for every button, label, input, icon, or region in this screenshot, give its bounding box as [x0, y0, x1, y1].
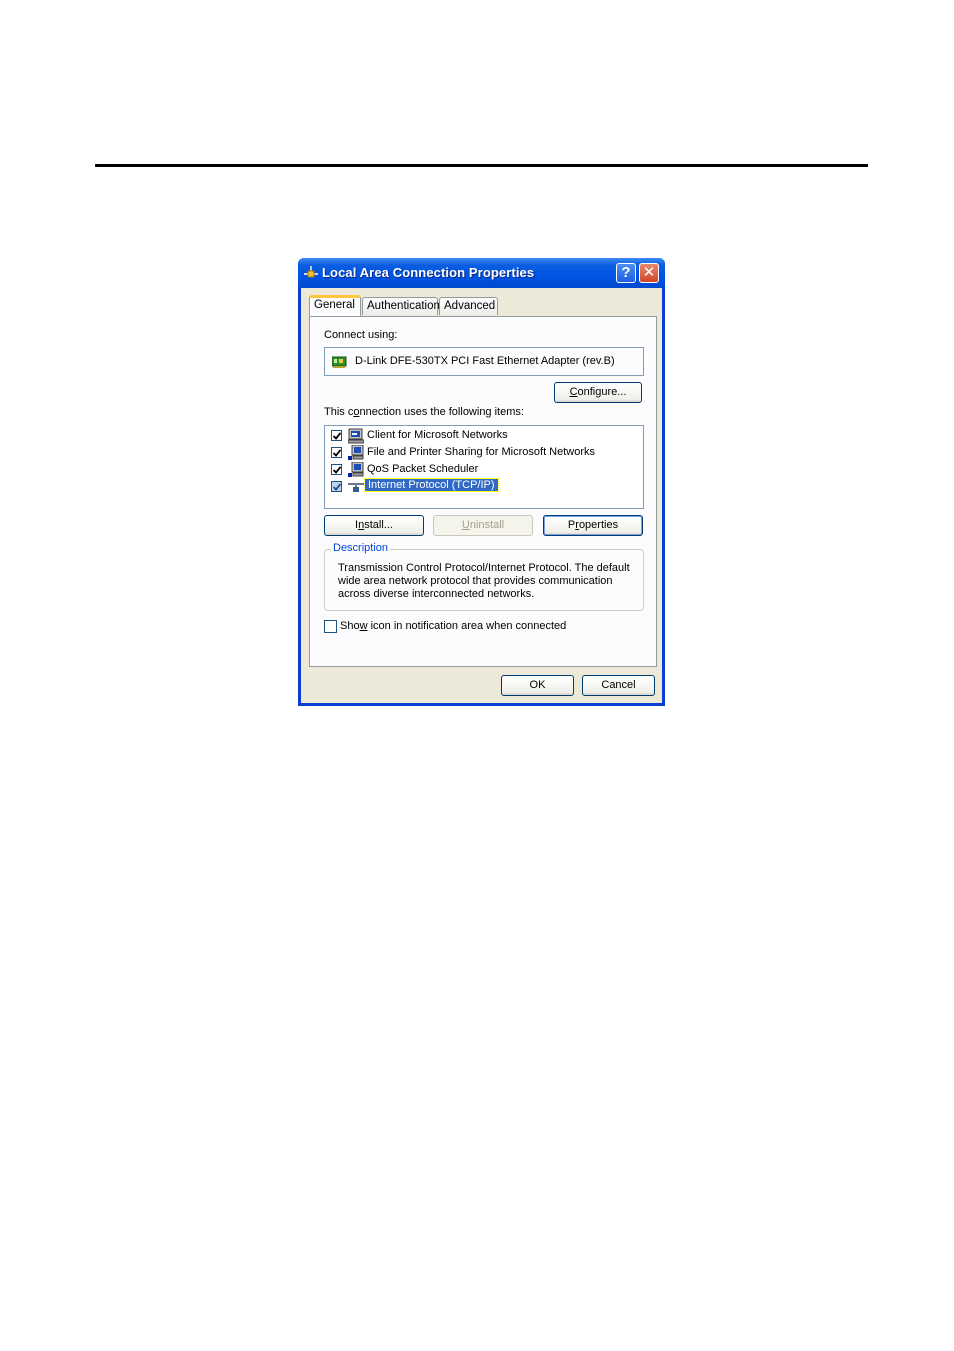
install-button[interactable]: Install...	[324, 515, 424, 536]
title-bar[interactable]: Local Area Connection Properties ? ✕	[298, 258, 665, 288]
description-title: Description	[331, 542, 391, 554]
properties-label-post: operties	[578, 519, 619, 531]
list-item[interactable]: File and Printer Sharing for Microsoft N…	[331, 445, 631, 461]
list-item[interactable]: Client for Microsoft Networks	[331, 428, 631, 444]
list-item-selected[interactable]: Internet Protocol (TCP/IP)	[331, 478, 631, 495]
close-icon: ✕	[642, 264, 656, 281]
connect-using-label: Connect using:	[324, 329, 398, 341]
network-connection-icon	[304, 266, 318, 278]
adapter-field: D-Link DFE-530TX PCI Fast Ethernet Adapt…	[324, 347, 644, 376]
page-horizontal-rule	[95, 164, 868, 167]
item-label: QoS Packet Scheduler	[367, 463, 479, 475]
uninstall-button[interactable]: Uninstall	[433, 515, 533, 536]
configure-button[interactable]: Configure...	[554, 382, 642, 403]
configure-label-post: onfigure...	[577, 386, 627, 398]
cancel-button[interactable]: Cancel	[582, 675, 655, 696]
help-icon: ?	[621, 264, 631, 281]
description-group: Description Transmission Control Protoco…	[324, 542, 644, 611]
checkmark-icon	[333, 483, 341, 491]
install-label-post: stall...	[364, 519, 393, 531]
list-item[interactable]: QoS Packet Scheduler	[331, 462, 631, 478]
show-icon-mnemonic: w	[359, 620, 368, 632]
item-label: Internet Protocol (TCP/IP)	[364, 478, 499, 492]
tab-authentication[interactable]: Authentication	[362, 297, 440, 315]
help-button[interactable]: ?	[616, 263, 636, 283]
checkmark-icon	[333, 432, 341, 440]
uninstall-mnemonic: U	[461, 519, 470, 531]
tab-advanced[interactable]: Advanced	[439, 297, 498, 315]
general-tab-panel: Connect using: D-Link DFE-530TX PCI Fast…	[309, 316, 657, 667]
adapter-name: D-Link DFE-530TX PCI Fast Ethernet Adapt…	[355, 355, 615, 367]
network-service-icon	[348, 462, 364, 477]
item-checkbox[interactable]	[331, 430, 342, 441]
items-label: This connection uses the following items…	[324, 406, 524, 418]
configure-mnemonic: C	[569, 386, 578, 398]
properties-button[interactable]: Properties	[543, 515, 643, 536]
item-checkbox[interactable]	[331, 447, 342, 458]
network-service-icon	[348, 445, 364, 460]
dialog-body: General Authentication Advanced Connect …	[301, 288, 662, 703]
network-client-icon	[348, 428, 364, 444]
item-checkbox[interactable]	[331, 481, 342, 492]
tab-general[interactable]: General	[309, 295, 361, 316]
items-label-post: nnection uses the following items:	[359, 406, 524, 418]
show-icon-label-post: icon in notification area when connected	[367, 620, 567, 632]
network-adapter-icon	[332, 356, 347, 368]
item-checkbox[interactable]	[331, 464, 342, 475]
show-icon-checkbox[interactable]	[324, 620, 337, 633]
dialog-title: Local Area Connection Properties	[322, 265, 535, 280]
local-area-connection-properties-dialog: Local Area Connection Properties ? ✕ Gen…	[298, 258, 665, 706]
checkmark-icon	[333, 466, 341, 474]
item-label: Client for Microsoft Networks	[367, 429, 508, 441]
show-icon-label[interactable]: Show icon in notification area when conn…	[340, 620, 566, 632]
show-icon-label-pre: Sho	[340, 620, 360, 632]
ok-button[interactable]: OK	[501, 675, 574, 696]
close-button[interactable]: ✕	[639, 263, 659, 283]
components-list[interactable]: Client for Microsoft Networks File and P…	[324, 425, 644, 509]
description-text: Transmission Control Protocol/Internet P…	[338, 562, 630, 600]
checkmark-icon	[333, 449, 341, 457]
items-label-pre: This c	[324, 406, 354, 418]
network-protocol-icon	[348, 483, 364, 492]
uninstall-label-post: ninstall	[469, 519, 505, 531]
item-label: File and Printer Sharing for Microsoft N…	[367, 446, 596, 458]
